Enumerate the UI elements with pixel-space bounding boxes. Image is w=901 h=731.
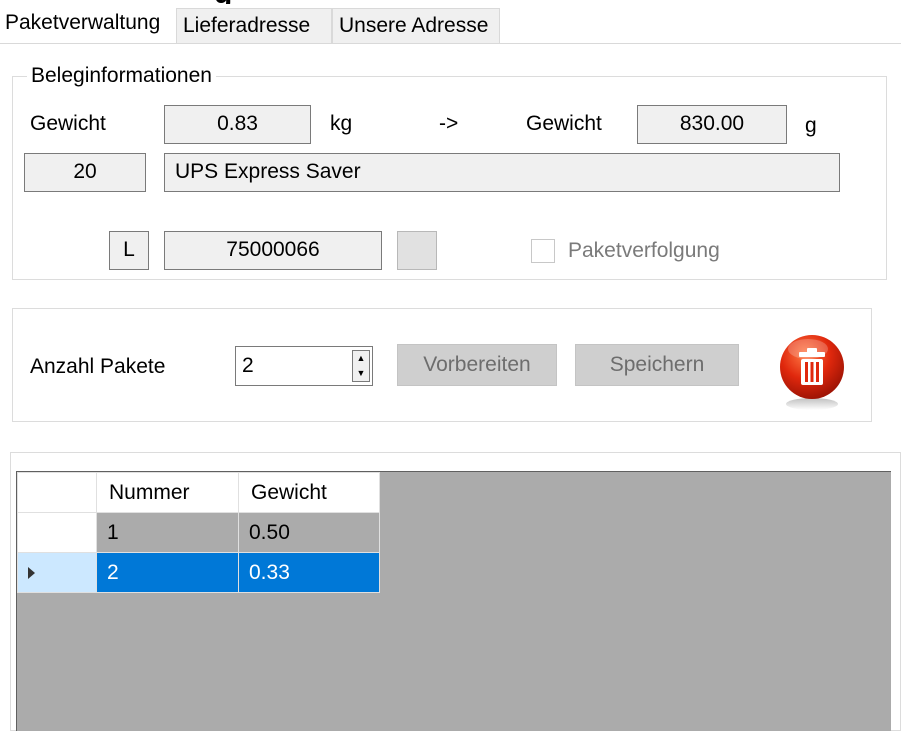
grid-corner-cell[interactable]	[17, 472, 97, 513]
stepper-arrows[interactable]: ▲ ▼	[352, 350, 370, 382]
weight-g-unit: g	[805, 114, 817, 137]
prefix-code-field[interactable]: L	[109, 231, 149, 270]
prepare-button[interactable]: Vorbereiten	[397, 344, 557, 386]
table-row-selected[interactable]: 2 0.33	[17, 552, 380, 593]
cell-gewicht[interactable]: 0.33	[238, 552, 380, 593]
weight-kg-field[interactable]: 0.83	[164, 105, 311, 144]
row-header[interactable]	[17, 512, 97, 553]
tab-strip: Paketverwaltung Lieferadresse Unsere Adr…	[0, 0, 901, 44]
extra-blank-box	[397, 231, 437, 270]
beleg-number-field[interactable]: 75000066	[164, 231, 382, 270]
beleginformationen-legend: Beleginformationen	[27, 63, 216, 89]
convert-arrow-label: ->	[439, 112, 459, 135]
table-row[interactable]: 1 0.50	[17, 512, 380, 553]
packages-grid: Nummer Gewicht 1 0.50 2 0.33	[17, 472, 380, 593]
cell-gewicht[interactable]: 0.50	[238, 512, 380, 553]
tab-paketverwaltung[interactable]: Paketverwaltung	[0, 2, 172, 44]
carrier-code-field[interactable]: 20	[24, 153, 146, 192]
package-count-stepper[interactable]: 2 ▲ ▼	[235, 346, 373, 386]
weight-g-label: Gewicht	[526, 112, 602, 135]
package-count-label: Anzahl Pakete	[30, 355, 166, 378]
grid-header-row: Nummer Gewicht	[17, 472, 380, 513]
package-count-value: 2	[242, 354, 254, 377]
column-header-gewicht[interactable]: Gewicht	[238, 472, 380, 513]
weight-g-field[interactable]: 830.00	[637, 105, 787, 144]
stepper-down-icon[interactable]: ▼	[353, 366, 369, 381]
row-header[interactable]	[17, 552, 97, 593]
column-header-nummer[interactable]: Nummer	[96, 472, 239, 513]
trash-icon	[780, 335, 844, 410]
stepper-up-icon[interactable]: ▲	[353, 351, 369, 366]
delete-button[interactable]	[770, 329, 854, 413]
cell-nummer[interactable]: 2	[96, 552, 239, 593]
weight-kg-unit: kg	[330, 112, 353, 135]
cell-nummer[interactable]: 1	[96, 512, 239, 553]
tab-divider	[0, 43, 901, 44]
row-pointer-icon	[28, 566, 35, 579]
carrier-name-field[interactable]: UPS Express Saver	[164, 153, 840, 192]
tab-unsere-adresse[interactable]: Unsere Adresse	[332, 8, 500, 43]
save-button[interactable]: Speichern	[575, 344, 739, 386]
paketverfolgung-checkbox[interactable]	[531, 239, 555, 263]
weight-kg-label: Gewicht	[30, 112, 106, 135]
tab-lieferadresse[interactable]: Lieferadresse	[176, 8, 332, 43]
paketverfolgung-label: Paketverfolgung	[568, 239, 720, 262]
